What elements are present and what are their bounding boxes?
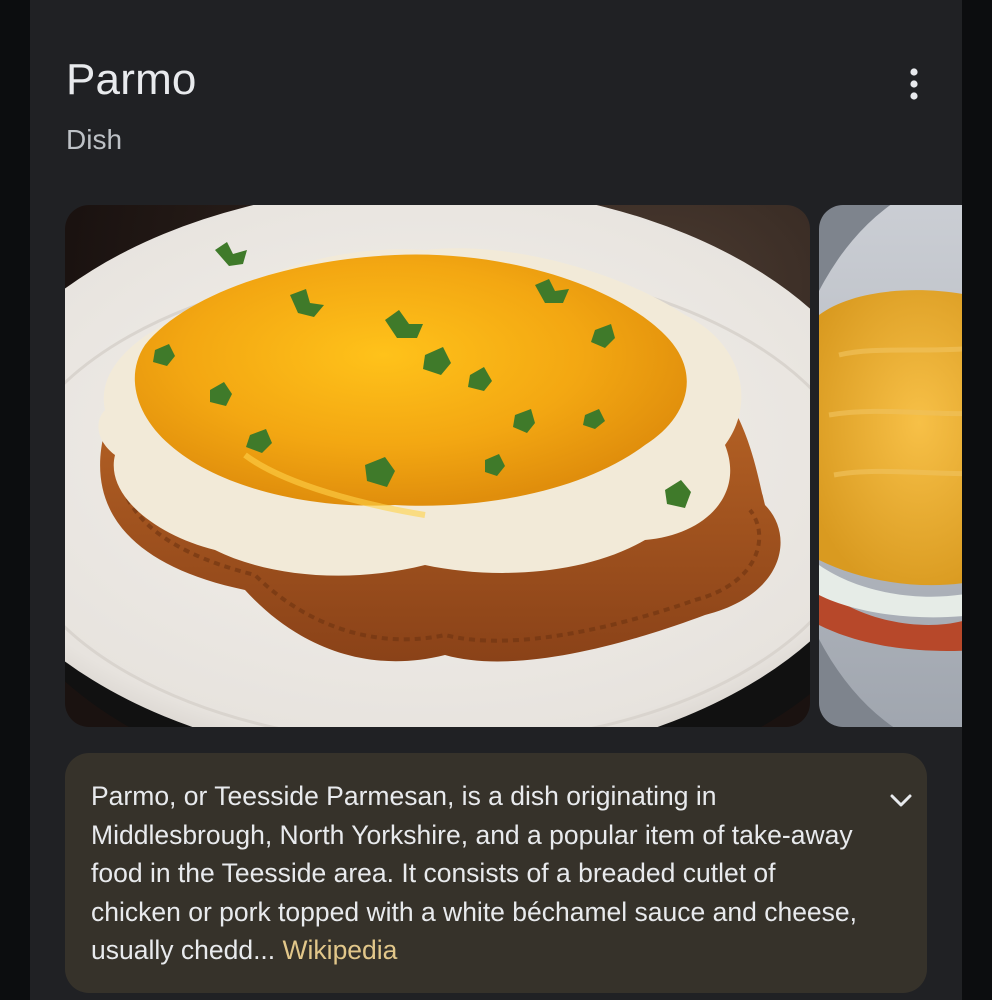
entity-subtitle: Dish (66, 124, 123, 155)
more-options-button[interactable] (896, 62, 932, 110)
screenshot-frame: Parmo Dish Parmo, or Teesside Parmesan, … (0, 0, 992, 1000)
dish-photo-secondary[interactable] (819, 205, 962, 727)
wikipedia-link[interactable]: Wikipedia (283, 935, 398, 965)
entity-title: Parmo (66, 55, 197, 104)
chevron-down-icon (889, 793, 913, 814)
description-ellipsis: ... (253, 935, 276, 965)
dish-photo-main[interactable] (65, 205, 810, 727)
description-body: Parmo, or Teesside Parmesan, is a dish o… (91, 781, 858, 965)
knowledge-panel: Parmo Dish Parmo, or Teesside Parmesan, … (30, 0, 962, 1000)
image-carousel[interactable] (65, 205, 962, 727)
more-vert-icon (908, 66, 920, 107)
expand-description-button[interactable] (885, 787, 917, 819)
description-text: Parmo, or Teesside Parmesan, is a dish o… (91, 777, 861, 970)
description-box: Parmo, or Teesside Parmesan, is a dish o… (65, 753, 927, 993)
